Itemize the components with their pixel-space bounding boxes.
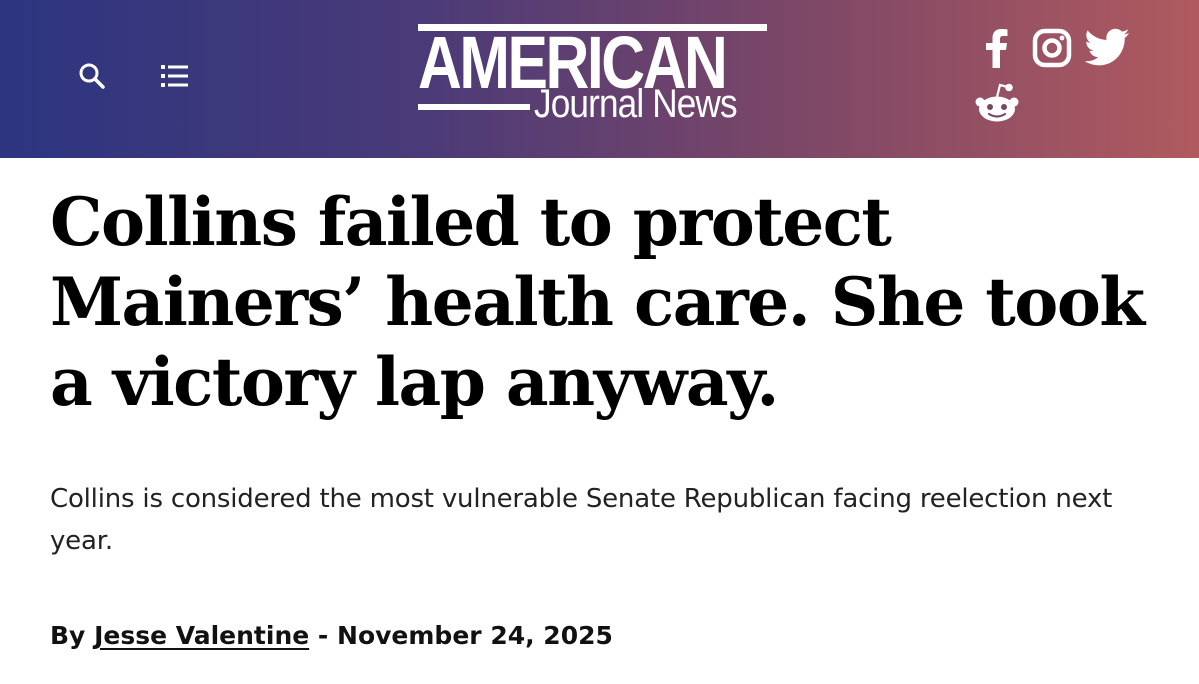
author-link[interactable]: Jesse Valentine: [94, 621, 309, 650]
facebook-icon[interactable]: [980, 28, 1012, 68]
byline-separator: -: [317, 621, 329, 650]
publish-date: November 24, 2025: [337, 621, 613, 650]
instagram-icon[interactable]: [1032, 28, 1072, 68]
article-headline: Collins failed to protect Mainers’ healt…: [50, 183, 1145, 421]
reddit-icon[interactable]: [975, 82, 1019, 124]
menu-button[interactable]: [155, 56, 195, 96]
byline: By Jesse Valentine - November 24, 2025: [50, 616, 1150, 656]
logo-sub-text: Journal News: [534, 82, 738, 126]
site-logo[interactable]: AMERICAN Journal News: [418, 24, 768, 128]
byline-prefix: By: [50, 621, 86, 650]
twitter-icon[interactable]: [1085, 28, 1130, 68]
search-button[interactable]: [72, 56, 112, 96]
article-subhead: Collins is considered the most vulnerabl…: [50, 484, 1113, 556]
logo-bottom-rule: [418, 104, 530, 110]
search-icon: [79, 63, 105, 89]
site-header: AMERICAN Journal News: [0, 0, 1199, 158]
list-menu-icon: [161, 65, 188, 87]
